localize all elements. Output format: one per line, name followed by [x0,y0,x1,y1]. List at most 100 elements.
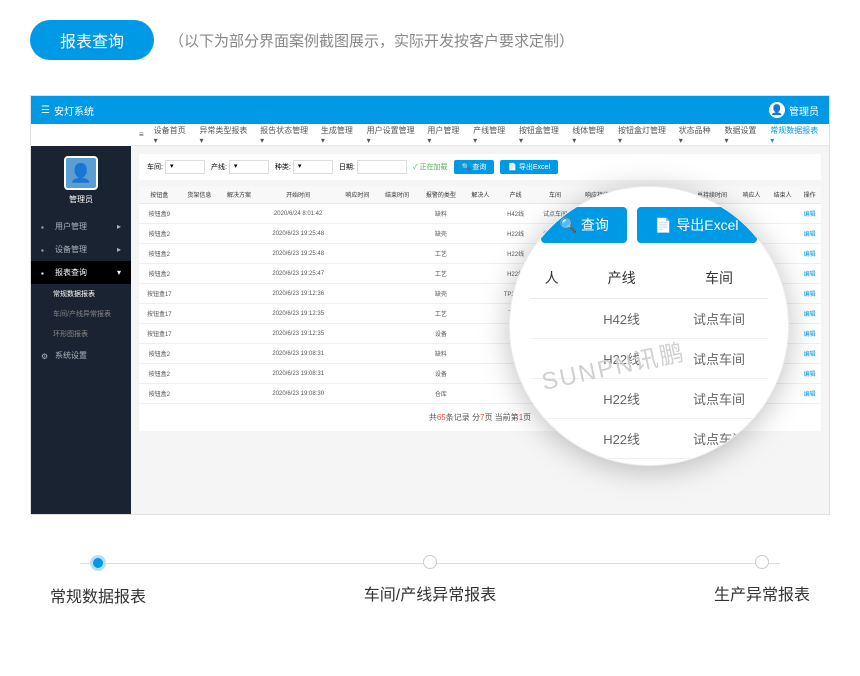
table-header: 开始时间 [259,186,338,204]
menubar-item[interactable]: 数据设置 ▾ [724,125,760,145]
menubar-item[interactable]: 报告状态管理 ▾ [260,125,311,145]
filter-label: 种类: [275,162,291,172]
workshop-select[interactable]: ▾ [165,160,205,174]
table-header: 响应时间 [338,186,378,204]
edit-link[interactable]: 编辑 [798,364,821,384]
user-avatar-icon[interactable]: 👤 [769,102,785,118]
sidebar-subitem[interactable]: 车间/产线异常报表 [31,304,131,324]
export-icon: 📄 [655,217,672,234]
search-icon: 🔍 [559,217,576,234]
sidebar-item-label: 系统设置 [55,350,87,361]
edit-link[interactable]: 编辑 [798,244,821,264]
table-header: 结束人 [767,186,798,204]
table-header: 结束时间 [377,186,417,204]
menubar-item[interactable]: 按钮盒管理 ▾ [519,125,562,145]
sidebar-item[interactable]: ▪ 用户管理 ▸ [31,215,131,238]
mag-table-row: H42线试点车间 [530,299,768,339]
type-select[interactable]: ▾ [293,160,333,174]
step-dot [755,555,769,569]
date-input[interactable] [357,160,407,174]
chevron-icon: ▸ [117,245,121,254]
menubar-item[interactable]: 产线管理 ▾ [473,125,509,145]
menu-collapse-icon[interactable]: ≡ [139,130,144,139]
filter-label: 车间: [147,162,163,172]
screenshot-container: ☰ 安灯系统 👤 管理员 ≡ 设备首页 ▾ 异常类型报表 ▾ 报告状态管理 ▾ 生成管理… [30,95,830,515]
page-header: 报表查询 （以下为部分界面案例截图展示，实际开发按客户要求定制） [0,0,860,75]
filter-type: 种类: ▾ [275,160,333,174]
mag-table-header: 车间 [670,258,768,299]
step[interactable]: 生产异常报表 [714,555,810,607]
step[interactable]: 常规数据报表 [50,555,146,607]
table-header: 货架信息 [180,186,220,204]
chevron-icon: ▾ [117,268,121,277]
edit-link[interactable]: 编辑 [798,384,821,404]
table-header: 解决人 [465,186,496,204]
avatar-icon[interactable]: 👤 [64,156,98,190]
sidebar-item-system[interactable]: ⚙ 系统设置 [31,344,131,367]
sidebar-subitem[interactable]: 环形图报表 [31,324,131,344]
step-label: 常规数据报表 [50,583,146,607]
menubar-item[interactable]: 设备首页 ▾ [154,125,190,145]
header-desc: （以下为部分界面案例截图展示，实际开发按客户要求定制） [169,30,574,51]
edit-link[interactable]: 编辑 [798,224,821,244]
table-header: 响应人 [736,186,767,204]
step-dot [90,555,106,571]
filter-label: 日期: [339,162,355,172]
loading-status: ✓ 正在加载 [413,162,448,172]
edit-link[interactable]: 编辑 [798,324,821,344]
edit-link[interactable]: 编辑 [798,264,821,284]
line-select[interactable]: ▾ [229,160,269,174]
search-button[interactable]: 🔍 查询 [454,160,495,174]
system-icon: ⚙ [41,352,49,360]
table-header: 操作 [798,186,821,204]
menubar-item[interactable]: 生成管理 ▾ [321,125,357,145]
magnifier: 🔍 查询 📄 导出Excel 人产线车间 H42线试点车间H22线试点车间H22… [509,186,789,466]
app-topbar: ☰ 安灯系统 👤 管理员 [31,96,829,124]
menubar-item[interactable]: 线体管理 ▾ [572,125,608,145]
menubar-item[interactable]: 常规数据报表 ▾ [770,125,821,145]
sidebar-item-label: 用户管理 [55,221,87,232]
footer-steps: 常规数据报表 车间/产线异常报表 生产异常报表 [0,535,860,627]
edit-link[interactable]: 编辑 [798,284,821,304]
edit-link[interactable]: 编辑 [798,344,821,364]
table-header: 车间 [535,186,575,204]
sidebar-username: 管理员 [41,194,121,205]
user-name: 管理员 [789,103,819,118]
table-header: 解决方案 [219,186,259,204]
menubar-item[interactable]: 用户管理 ▾ [427,125,463,145]
device-icon: ▪ [41,246,49,254]
menubar-item[interactable]: 异常类型报表 ▾ [199,125,250,145]
menubar-item[interactable]: 状态品种 ▾ [679,125,715,145]
app-name: 安灯系统 [54,103,94,118]
user-icon: ▪ [41,223,49,231]
mag-table-header: 产线 [573,258,670,299]
edit-link[interactable]: 编辑 [798,304,821,324]
filter-label: 产线: [211,162,227,172]
edit-link[interactable]: 编辑 [798,204,821,224]
report-icon: ▪ [41,269,49,277]
filter-bar: 车间: ▾ 产线: ▾ 种类: ▾ 日期: ✓ 正在加载 🔍 查询 📄 导出Ex [139,154,821,180]
export-button[interactable]: 📄 导出Excel [500,160,558,174]
sidebar-item[interactable]: ▪ 设备管理 ▸ [31,238,131,261]
table-header-row: 按钮盒货架信息解决方案开始时间响应时间结束时间报警的类型解决人产线车间响应持续时… [139,186,821,204]
filter-workshop: 车间: ▾ [147,160,205,174]
menubar-item[interactable]: 按钮盒灯管理 ▾ [618,125,669,145]
mag-table-header: 人 [530,258,573,299]
sidebar-item-label: 设备管理 [55,244,87,255]
menubar: ≡ 设备首页 ▾ 异常类型报表 ▾ 报告状态管理 ▾ 生成管理 ▾ 用户设置管理 ▾ 用户管… [131,124,829,146]
filter-date: 日期: [339,160,407,174]
chevron-icon: ▸ [117,222,121,231]
topbar-left: ☰ 安灯系统 [41,103,94,118]
table-header: 产线 [496,186,535,204]
table-header: 报警的类型 [417,186,465,204]
topbar-right: 👤 管理员 [769,102,819,118]
table-header: 按钮盒 [139,186,180,204]
sidebar-item[interactable]: ▪ 报表查询 ▾ [31,261,131,284]
step[interactable]: 车间/产线异常报表 [364,555,496,607]
sidebar-subitem[interactable]: 常规数据报表 [31,284,131,304]
sidebar-item-label: 报表查询 [55,267,87,278]
step-dot [423,555,437,569]
menubar-item[interactable]: 用户设置管理 ▾ [367,125,418,145]
menu-icon[interactable]: ☰ [41,105,50,116]
filter-line: 产线: ▾ [211,160,269,174]
